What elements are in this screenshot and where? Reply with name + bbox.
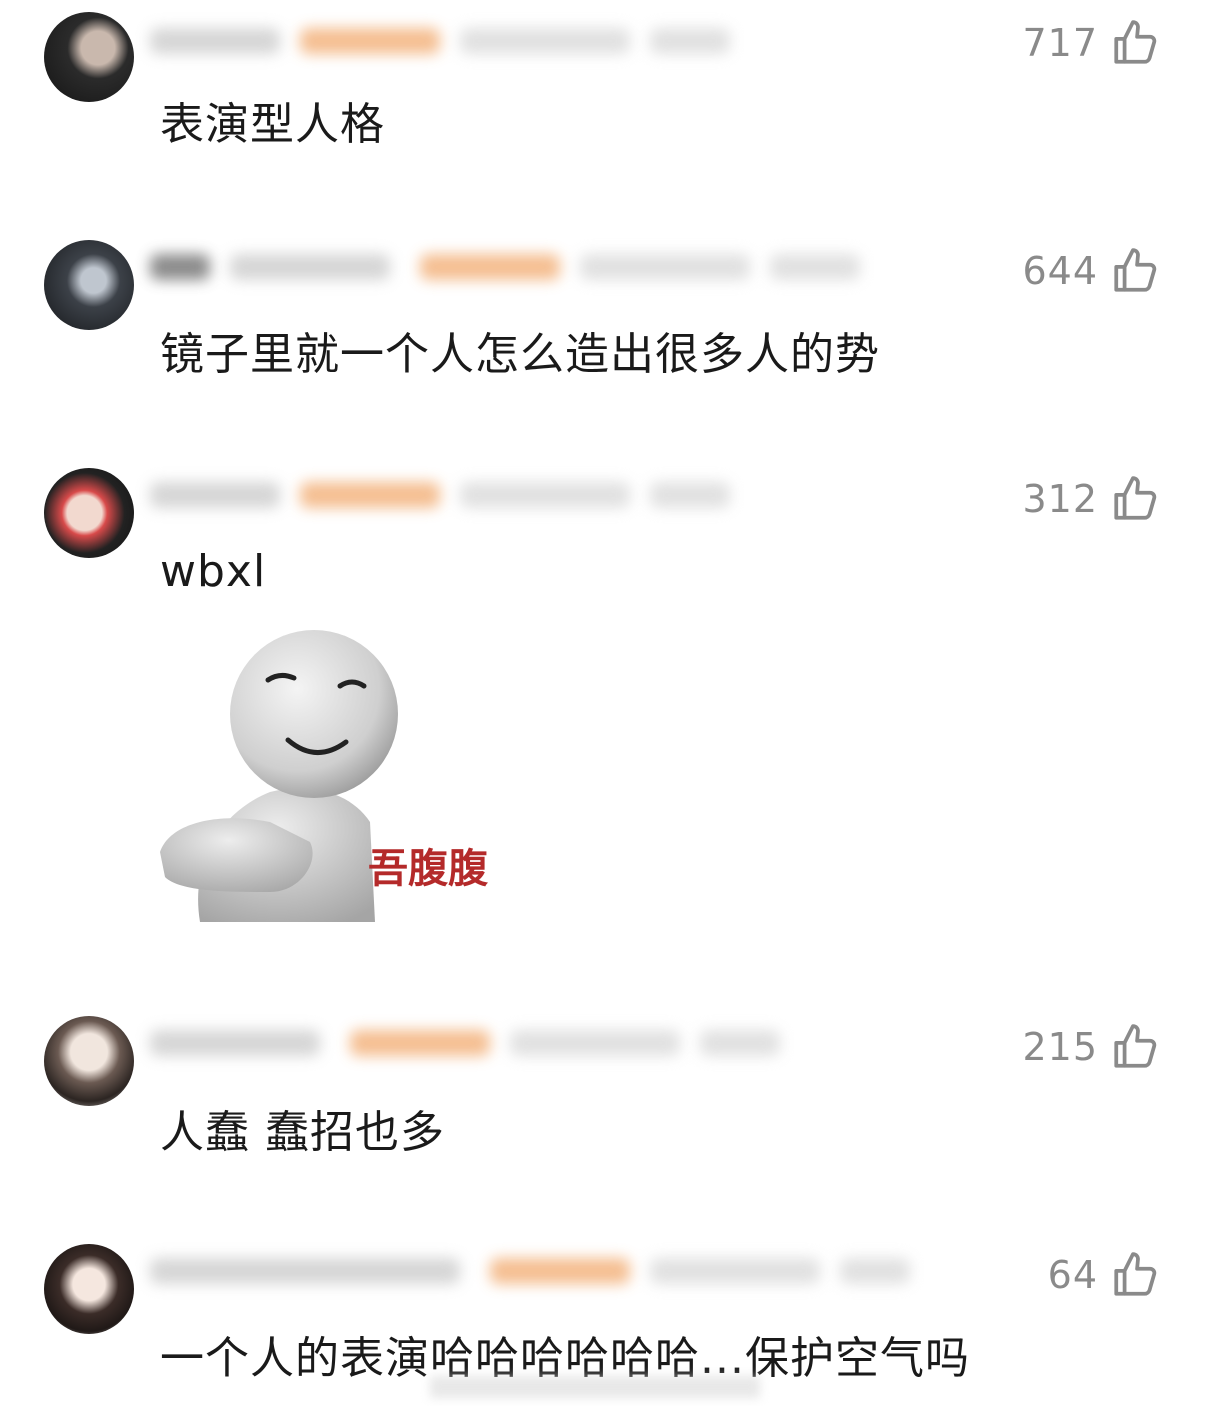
thumbs-up-icon xyxy=(1114,248,1157,292)
like-count: 312 xyxy=(1022,477,1098,521)
sticker-caption: 吾腹腹 xyxy=(368,846,488,892)
avatar[interactable] xyxy=(44,240,134,330)
avatar[interactable] xyxy=(44,12,134,102)
username-blurred[interactable] xyxy=(150,248,930,288)
username-blurred[interactable] xyxy=(150,1252,920,1292)
like-button[interactable]: 644 xyxy=(1022,246,1160,296)
comment-text: 人蠢 蠢招也多 xyxy=(160,1107,445,1158)
like-count: 215 xyxy=(1022,1025,1098,1069)
watermark-blur xyxy=(430,1376,760,1398)
thumbs-up-icon xyxy=(1114,1024,1157,1068)
comment-text: 表演型人格 xyxy=(160,99,385,150)
thumbs-up-icon xyxy=(1114,20,1157,64)
avatar[interactable] xyxy=(44,1244,134,1334)
like-count: 717 xyxy=(1022,21,1098,65)
username-blurred[interactable] xyxy=(150,22,790,62)
like-count: 644 xyxy=(1022,249,1098,293)
username-blurred[interactable] xyxy=(150,1024,790,1064)
sticker-image[interactable]: 吾腹腹 xyxy=(160,622,520,922)
like-button[interactable]: 717 xyxy=(1022,18,1160,68)
like-button[interactable]: 64 xyxy=(1048,1250,1160,1300)
comment-text: 镜子里就一个人怎么造出很多人的势 xyxy=(160,329,880,380)
like-button[interactable]: 312 xyxy=(1022,474,1160,524)
avatar[interactable] xyxy=(44,468,134,558)
username-blurred[interactable] xyxy=(150,476,790,516)
avatar[interactable] xyxy=(44,1016,134,1106)
comment-text: wbxl xyxy=(160,546,267,597)
thumbs-up-icon xyxy=(1114,476,1157,520)
thumbs-up-icon xyxy=(1114,1252,1157,1296)
like-count: 64 xyxy=(1047,1253,1098,1297)
like-button[interactable]: 215 xyxy=(1022,1022,1160,1072)
